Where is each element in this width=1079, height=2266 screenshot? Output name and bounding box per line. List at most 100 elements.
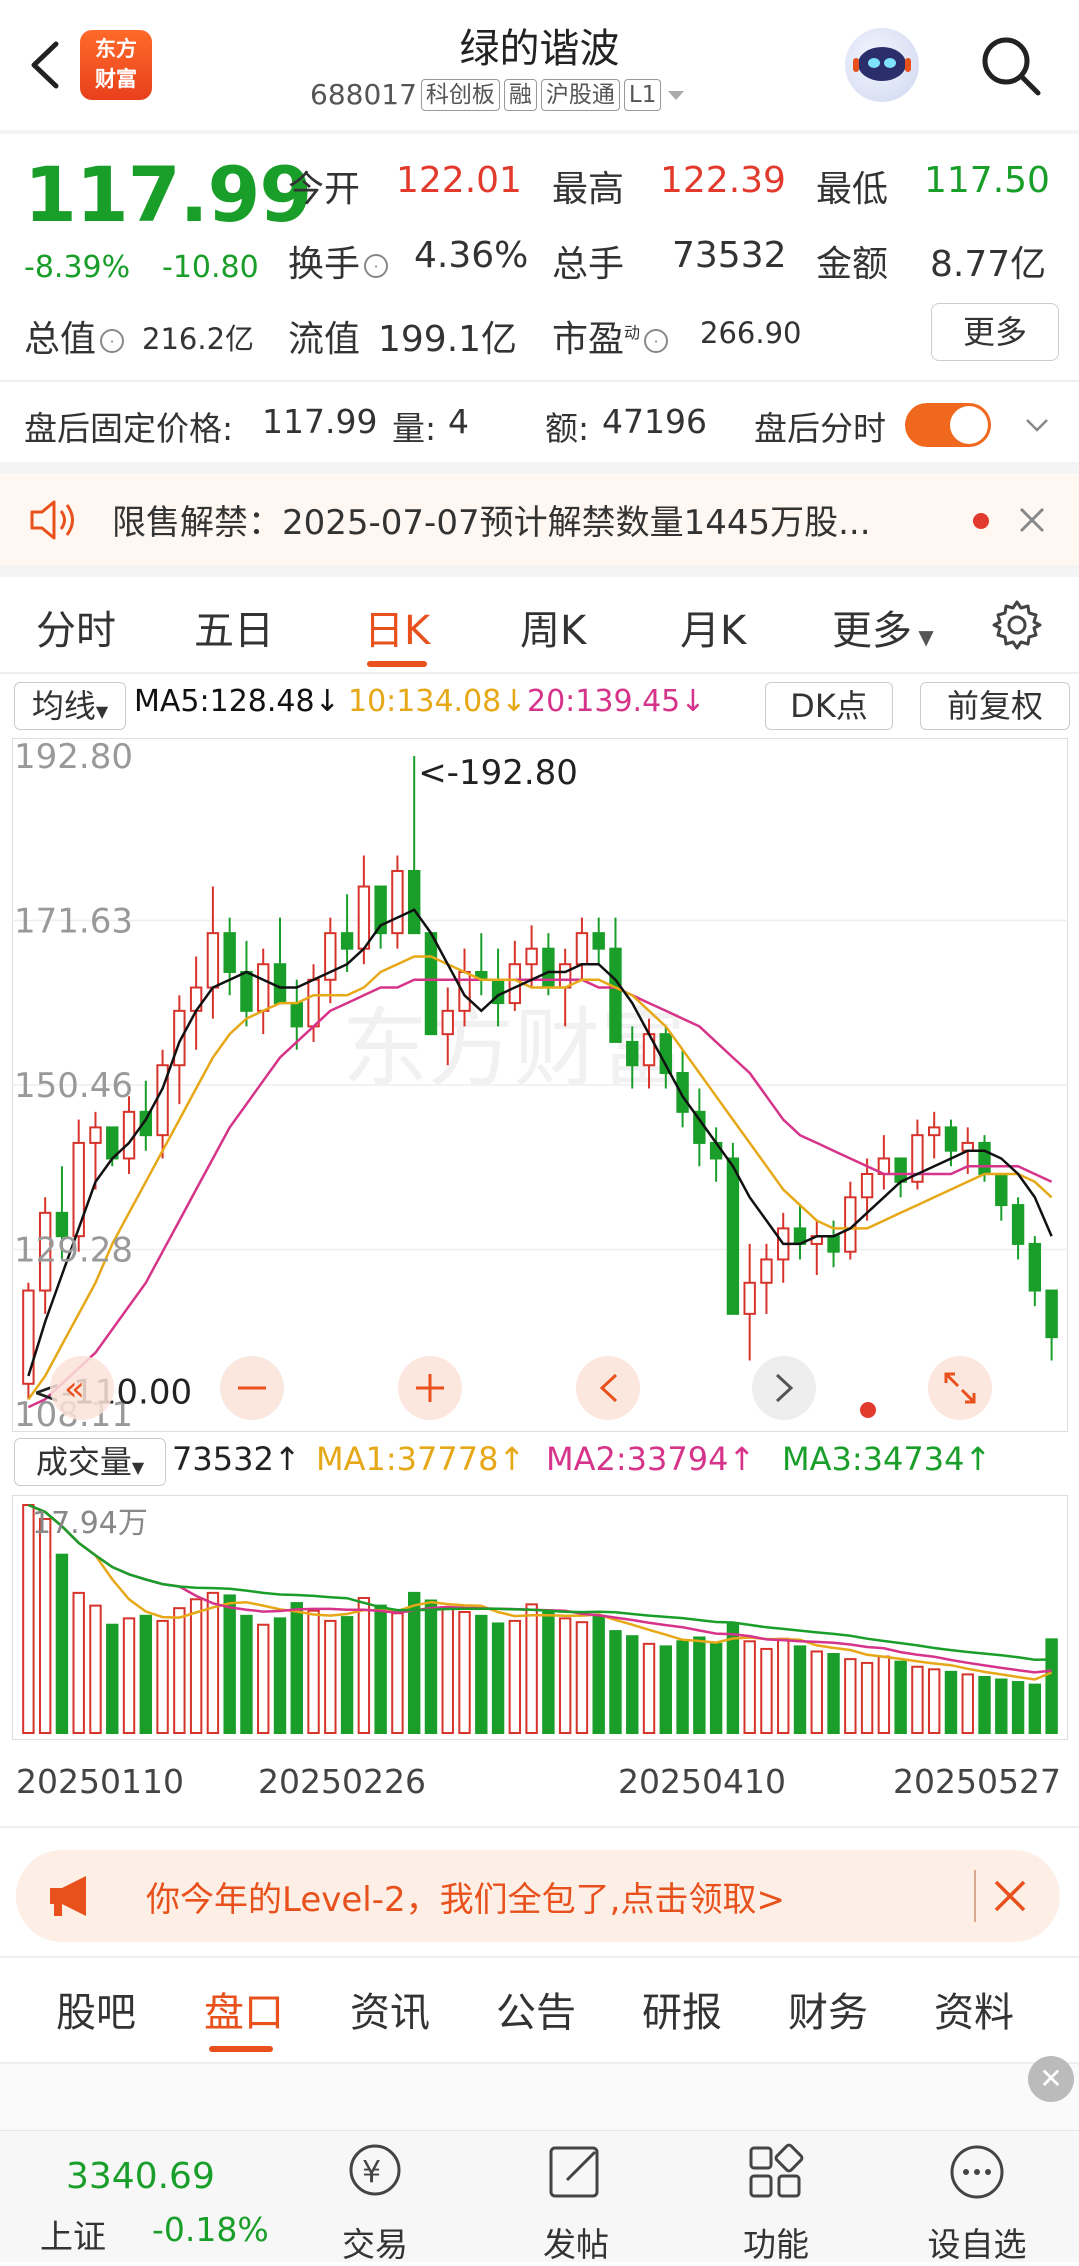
- close-icon[interactable]: [1017, 505, 1047, 535]
- amount-label: 金额: [816, 244, 889, 285]
- nav-post[interactable]: 发帖: [516, 2218, 636, 2266]
- tag-hgt: 沪股通: [540, 78, 620, 111]
- volume-bar: [558, 1617, 572, 1734]
- watchlist-icon[interactable]: [942, 2140, 1012, 2206]
- promo-text: 你今年的Level-2，我们全包了,点击领取>: [146, 1880, 785, 1920]
- volume-bar: [944, 1670, 958, 1734]
- speaker-icon: [30, 500, 74, 540]
- nav-watchlist[interactable]: 设自选: [917, 2218, 1037, 2266]
- tab-monthly-k[interactable]: 月K: [680, 598, 746, 656]
- promo-banner[interactable]: 你今年的Level-2，我们全包了,点击领取>: [16, 1850, 1060, 1942]
- divider: [0, 462, 1079, 474]
- amount-value: 8.77亿: [930, 244, 1047, 285]
- tab-more-label: 更多: [832, 608, 912, 654]
- tab-more[interactable]: 更多 ▼: [832, 598, 934, 656]
- zoom-out-button[interactable]: [220, 1356, 284, 1420]
- fullscreen-button[interactable]: [928, 1356, 992, 1420]
- trade-icon[interactable]: ¥: [340, 2140, 410, 2206]
- date-label: 20250527: [893, 1762, 1061, 1801]
- divider: [0, 380, 1079, 382]
- adjust-button[interactable]: 前复权: [920, 682, 1070, 730]
- tab-news[interactable]: 资讯: [350, 1980, 430, 2038]
- high-marker: <-192.80: [418, 753, 578, 793]
- volume-bar: [391, 1612, 404, 1734]
- tab-finance[interactable]: 财务: [788, 1980, 868, 2038]
- dropdown-icon[interactable]: [665, 84, 687, 106]
- volume-bar: [743, 1640, 756, 1734]
- volume-bar: [374, 1604, 387, 1734]
- search-icon[interactable]: [975, 30, 1047, 102]
- megaphone-icon: [50, 1876, 86, 1916]
- tab-research[interactable]: 研报: [642, 1980, 722, 2038]
- date-label: 20250110: [16, 1762, 184, 1801]
- prev-button[interactable]: [576, 1356, 640, 1420]
- float-label: 流值: [288, 319, 361, 360]
- zoom-in-button[interactable]: [398, 1356, 462, 1420]
- after-hours-vol: 4: [448, 402, 469, 441]
- nav-functions[interactable]: 功能: [716, 2218, 836, 2266]
- chevron-down-icon[interactable]: [1022, 410, 1052, 440]
- settings-gear-icon[interactable]: [990, 598, 1044, 652]
- after-hours-toggle[interactable]: [905, 403, 991, 447]
- functions-icon[interactable]: [741, 2140, 811, 2206]
- volume-bar: [760, 1647, 773, 1735]
- pe-label-text: 市盈: [552, 319, 625, 360]
- volume-selector[interactable]: 成交量▼: [14, 1438, 166, 1486]
- dk-point-button[interactable]: DK点: [765, 682, 893, 730]
- mktcap-label-text: 总值: [24, 319, 97, 360]
- volume-chart[interactable]: 17.94万: [12, 1495, 1068, 1740]
- nav-trade[interactable]: 交易: [315, 2218, 435, 2266]
- robot-assistant-icon[interactable]: [845, 28, 919, 102]
- stock-code-line: 688017 科创板 融 沪股通 L1: [310, 78, 687, 111]
- more-button[interactable]: 更多: [931, 303, 1059, 361]
- post-icon[interactable]: [541, 2140, 611, 2206]
- volume-bar: [592, 1614, 605, 1734]
- volume-bar: [273, 1617, 287, 1734]
- ma10-value: 10:134.08↓: [348, 684, 527, 719]
- volume-ma3: MA3:34734↑: [782, 1440, 992, 1478]
- pe-value: 266.90: [700, 316, 802, 350]
- volume-bar: [240, 1614, 253, 1734]
- index-value[interactable]: 3340.69: [66, 2156, 215, 2197]
- volume-bar: [475, 1614, 488, 1734]
- tab-profile[interactable]: 资料: [934, 1980, 1014, 2038]
- candlestick-chart[interactable]: 东方财富 192.80171.63150.46129.28108.11 <-19…: [12, 738, 1068, 1432]
- low-value: 117.50: [924, 160, 1050, 201]
- info-icon[interactable]: ·: [644, 329, 669, 353]
- tab-intraday[interactable]: 分时: [36, 598, 116, 656]
- after-hours-amt-label: 额:: [545, 409, 590, 448]
- volume-bar: [206, 1591, 220, 1734]
- volume-bar: [508, 1619, 522, 1734]
- stock-code: 688017: [310, 78, 417, 111]
- active-tab-underline: [367, 661, 427, 667]
- close-icon[interactable]: ✕: [1028, 2056, 1074, 2102]
- unread-dot: [973, 513, 989, 529]
- change-amount: -10.80: [162, 250, 259, 285]
- after-hours-label: 盘后固定价格:: [24, 409, 234, 448]
- volume-bar: [609, 1630, 622, 1734]
- pe-sup: 动: [624, 323, 641, 342]
- ma-selector[interactable]: 均线▼: [14, 682, 126, 730]
- volume-bar: [844, 1658, 857, 1735]
- tab-announcements[interactable]: 公告: [496, 1980, 576, 2038]
- close-icon[interactable]: [992, 1878, 1028, 1914]
- scroll-left-button[interactable]: «: [50, 1356, 114, 1420]
- divider: [0, 1826, 1079, 1828]
- tab-five-day[interactable]: 五日: [194, 598, 274, 656]
- tab-daily-k[interactable]: 日K: [364, 598, 430, 656]
- next-button[interactable]: [752, 1356, 816, 1420]
- notice-bar[interactable]: 限售解禁：2025-07-07预计解禁数量1445万股...: [0, 475, 1079, 565]
- svg-text:¥: ¥: [362, 2155, 381, 2190]
- index-name: 上证: [40, 2217, 106, 2256]
- date-label: 20250226: [258, 1762, 426, 1801]
- volume-selector-label: 成交量: [35, 1443, 132, 1481]
- tab-pankou[interactable]: 盘口: [204, 1980, 284, 2038]
- float-value: 199.1亿: [378, 319, 518, 360]
- volume-label: 总手: [552, 244, 625, 285]
- tab-guba[interactable]: 股吧: [56, 1980, 136, 2038]
- turnover-label-text: 换手: [288, 244, 361, 285]
- info-icon[interactable]: ·: [364, 254, 389, 278]
- tag-level: L1: [623, 78, 662, 111]
- tab-weekly-k[interactable]: 周K: [520, 598, 586, 656]
- info-icon[interactable]: ·: [100, 329, 125, 353]
